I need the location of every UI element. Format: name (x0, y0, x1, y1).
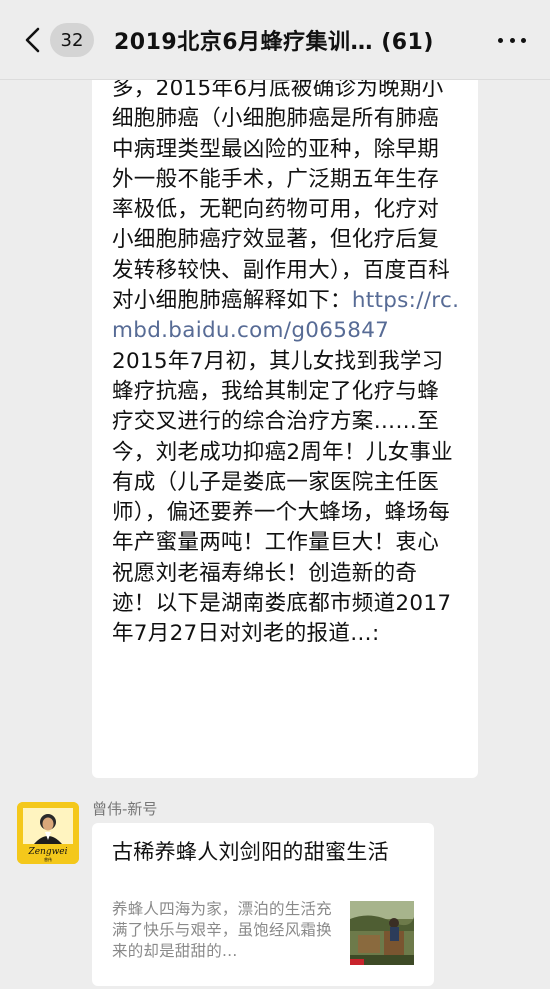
avatar-logo-subtext: 曾伟 (44, 856, 52, 862)
avatar-logo-text: Zengwei (27, 847, 67, 857)
sender-name: 曾伟-新号 (92, 800, 158, 818)
chat-area[interactable]: 多，2015年6月底被确诊为晚期小细胞肺癌（小细胞肺癌是所有肺癌中病理类型最凶险… (0, 80, 550, 989)
unread-count-badge[interactable]: 32 (50, 23, 94, 57)
back-chevron-icon[interactable] (22, 26, 44, 54)
article-title: 古稀养蜂人刘剑阳的甜蜜生活 (112, 840, 389, 864)
chat-title: 2019北京6月蜂疗集训… (61) (114, 30, 434, 55)
article-description: 养蜂人四海为家，漂泊的生活充满了快乐与艰辛，虽饱经风霜换来的却是甜甜的… (112, 900, 332, 960)
message-paragraph-1: 多，2015年6月底被确诊为晚期小细胞肺癌（小细胞肺癌是所有肺癌中病理类型最凶险… (112, 80, 451, 314)
article-card[interactable]: 古稀养蜂人刘剑阳的甜蜜生活 养蜂人四海为家，漂泊的生活充满了快乐与艰辛，虽饱经风… (92, 823, 434, 986)
chat-header: 32 2019北京6月蜂疗集训… (61) (0, 0, 550, 80)
avatar[interactable]: Zengwei 曾伟 (17, 802, 79, 864)
message-bubble[interactable]: 多，2015年6月底被确诊为晚期小细胞肺癌（小细胞肺癌是所有肺癌中病理类型最凶险… (92, 80, 478, 778)
more-options-icon[interactable] (498, 38, 526, 44)
article-thumbnail (350, 901, 414, 965)
message-paragraph-2: 2015年7月初，其儿女找到我学习蜂疗抗癌，我给其制定了化疗与蜂疗交叉进行的综合… (112, 348, 453, 647)
message-text: 多，2015年6月底被确诊为晚期小细胞肺癌（小细胞肺癌是所有肺癌中病理类型最凶险… (112, 80, 460, 347)
